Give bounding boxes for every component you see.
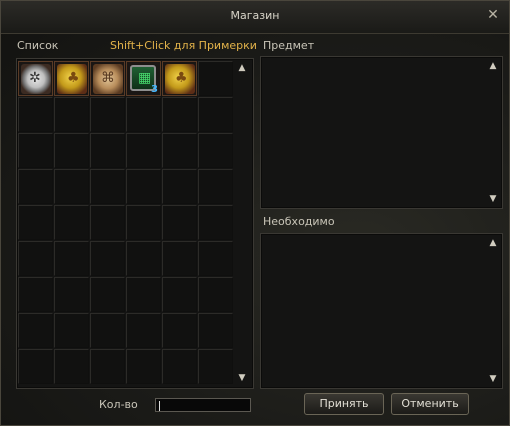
list-item-slot[interactable]: [90, 205, 125, 240]
list-item-slot[interactable]: [54, 133, 89, 168]
list-item-slot[interactable]: [162, 205, 197, 240]
list-item-slot[interactable]: [54, 313, 89, 348]
gold-bag-icon: [57, 64, 87, 94]
list-item-slot[interactable]: [126, 205, 161, 240]
scroll-seal-icon: [93, 64, 123, 94]
list-label: Список: [17, 39, 59, 52]
list-item-slot[interactable]: [18, 133, 53, 168]
list-item-slot[interactable]: [18, 205, 53, 240]
title-bar[interactable]: Магазин ✕: [1, 1, 509, 34]
list-item-slot[interactable]: [198, 169, 233, 204]
list-item-slot[interactable]: [198, 205, 233, 240]
required-scroll-down-icon[interactable]: ▼: [487, 374, 499, 384]
list-item-slot[interactable]: [162, 313, 197, 348]
cancel-button[interactable]: Отменить: [391, 393, 469, 415]
list-item-slot[interactable]: [18, 277, 53, 312]
list-item-slot[interactable]: [162, 97, 197, 132]
list-item-slot[interactable]: [162, 169, 197, 204]
list-item-slot[interactable]: [126, 97, 161, 132]
close-icon[interactable]: ✕: [485, 7, 501, 23]
window-title: Магазин: [230, 9, 280, 22]
list-item-slot[interactable]: [162, 61, 197, 96]
list-item-slot[interactable]: [90, 133, 125, 168]
list-item-slot[interactable]: [90, 61, 125, 96]
quantity-label: Кол-во: [99, 398, 138, 411]
list-item-slot[interactable]: [18, 61, 53, 96]
required-scroll-up-icon[interactable]: ▲: [487, 238, 499, 248]
list-item-slot[interactable]: [18, 241, 53, 276]
required-panel: [260, 233, 503, 389]
accept-button[interactable]: Принять: [304, 393, 384, 415]
list-item-slot[interactable]: [18, 349, 53, 384]
item-info-panel: [260, 56, 503, 209]
list-item-slot[interactable]: [126, 277, 161, 312]
quantity-input[interactable]: [155, 398, 251, 412]
list-item-slot[interactable]: [126, 241, 161, 276]
list-item-slot[interactable]: [54, 61, 89, 96]
list-item-slot[interactable]: [198, 61, 233, 96]
list-item-slot[interactable]: [162, 241, 197, 276]
list-item-slot[interactable]: [162, 133, 197, 168]
list-item-slot[interactable]: [126, 349, 161, 384]
list-item-slot[interactable]: [18, 97, 53, 132]
list-item-slot[interactable]: 3: [126, 61, 161, 96]
list-item-slot[interactable]: [162, 277, 197, 312]
list-item-slot[interactable]: [54, 205, 89, 240]
item-scroll-down-icon[interactable]: ▼: [487, 194, 499, 204]
list-item-slot[interactable]: [90, 277, 125, 312]
item-scroll-up-icon[interactable]: ▲: [487, 61, 499, 71]
list-item-slot[interactable]: [18, 313, 53, 348]
list-item-slot[interactable]: [198, 97, 233, 132]
shop-window: Магазин ✕ Список Shift+Click для Примерк…: [0, 0, 510, 426]
list-item-slot[interactable]: [126, 313, 161, 348]
list-item-slot[interactable]: [54, 277, 89, 312]
required-label: Необходимо: [263, 215, 335, 228]
list-item-slot[interactable]: [90, 313, 125, 348]
list-item-slot[interactable]: [162, 349, 197, 384]
text-cursor: [159, 401, 160, 411]
list-item-slot[interactable]: [54, 241, 89, 276]
pentacle-amulet-icon: [21, 64, 51, 94]
quantity-badge: 3: [151, 84, 158, 95]
gold-bag-icon: [165, 64, 195, 94]
list-item-slot[interactable]: [198, 277, 233, 312]
list-item-slot[interactable]: [18, 169, 53, 204]
item-label: Предмет: [263, 39, 315, 52]
item-grid: 3: [18, 61, 233, 385]
list-item-slot[interactable]: [54, 349, 89, 384]
list-item-slot[interactable]: [90, 169, 125, 204]
list-item-slot[interactable]: [198, 313, 233, 348]
list-item-slot[interactable]: [126, 133, 161, 168]
list-item-slot[interactable]: [126, 169, 161, 204]
try-on-hint: Shift+Click для Примерки: [110, 39, 257, 52]
list-scroll-up-icon[interactable]: ▲: [236, 63, 248, 73]
list-item-slot[interactable]: [90, 241, 125, 276]
list-item-slot[interactable]: [90, 349, 125, 384]
list-scroll-down-icon[interactable]: ▼: [236, 373, 248, 383]
list-item-slot[interactable]: [54, 97, 89, 132]
list-item-slot[interactable]: [198, 241, 233, 276]
list-item-slot[interactable]: [198, 133, 233, 168]
list-item-slot[interactable]: [54, 169, 89, 204]
list-item-slot[interactable]: [90, 97, 125, 132]
list-item-slot[interactable]: [198, 349, 233, 384]
